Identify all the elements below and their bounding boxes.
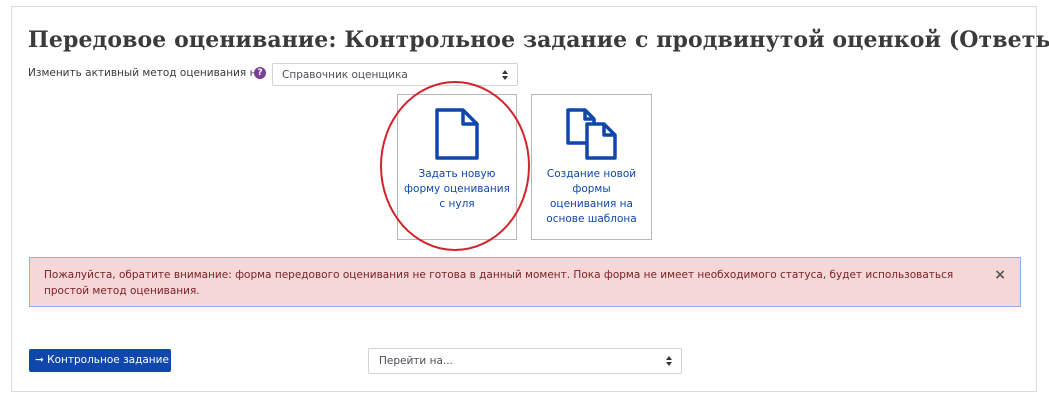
new-form-label: Задать новую форму оценивания с нуля bbox=[404, 168, 510, 210]
method-label: Изменить активный метод оценивания на bbox=[28, 67, 263, 79]
jump-to-select[interactable]: Перейти на... bbox=[368, 348, 682, 374]
grading-method-select[interactable]: Справочник оценщика bbox=[272, 63, 518, 86]
template-form-tile[interactable]: Создание новой формы оценивания на основ… bbox=[531, 94, 652, 240]
close-icon[interactable]: × bbox=[994, 267, 1006, 283]
template-form-label: Создание новой формы оценивания на основ… bbox=[546, 168, 637, 225]
warning-alert: Пожалуйста, обратите внимание: форма пер… bbox=[29, 257, 1021, 307]
new-form-tile[interactable]: Задать новую форму оценивания с нуля bbox=[397, 94, 517, 240]
page-title: Передовое оценивание: Контрольное задани… bbox=[28, 27, 1049, 53]
select-arrows-icon bbox=[502, 69, 508, 80]
alert-text: Пожалуйста, обратите внимание: форма пер… bbox=[44, 269, 954, 297]
grading-method-selected: Справочник оценщика bbox=[282, 69, 408, 81]
jump-to-placeholder: Перейти на... bbox=[379, 355, 453, 367]
select-arrows-icon bbox=[666, 356, 672, 366]
documents-copy-icon bbox=[565, 108, 617, 160]
document-icon bbox=[435, 108, 479, 160]
back-to-assignment-button[interactable]: ➞ Контрольное задание bbox=[29, 349, 171, 372]
question-circle-icon[interactable]: ? bbox=[254, 67, 266, 79]
main-card: Передовое оценивание: Контрольное задани… bbox=[11, 6, 1049, 392]
